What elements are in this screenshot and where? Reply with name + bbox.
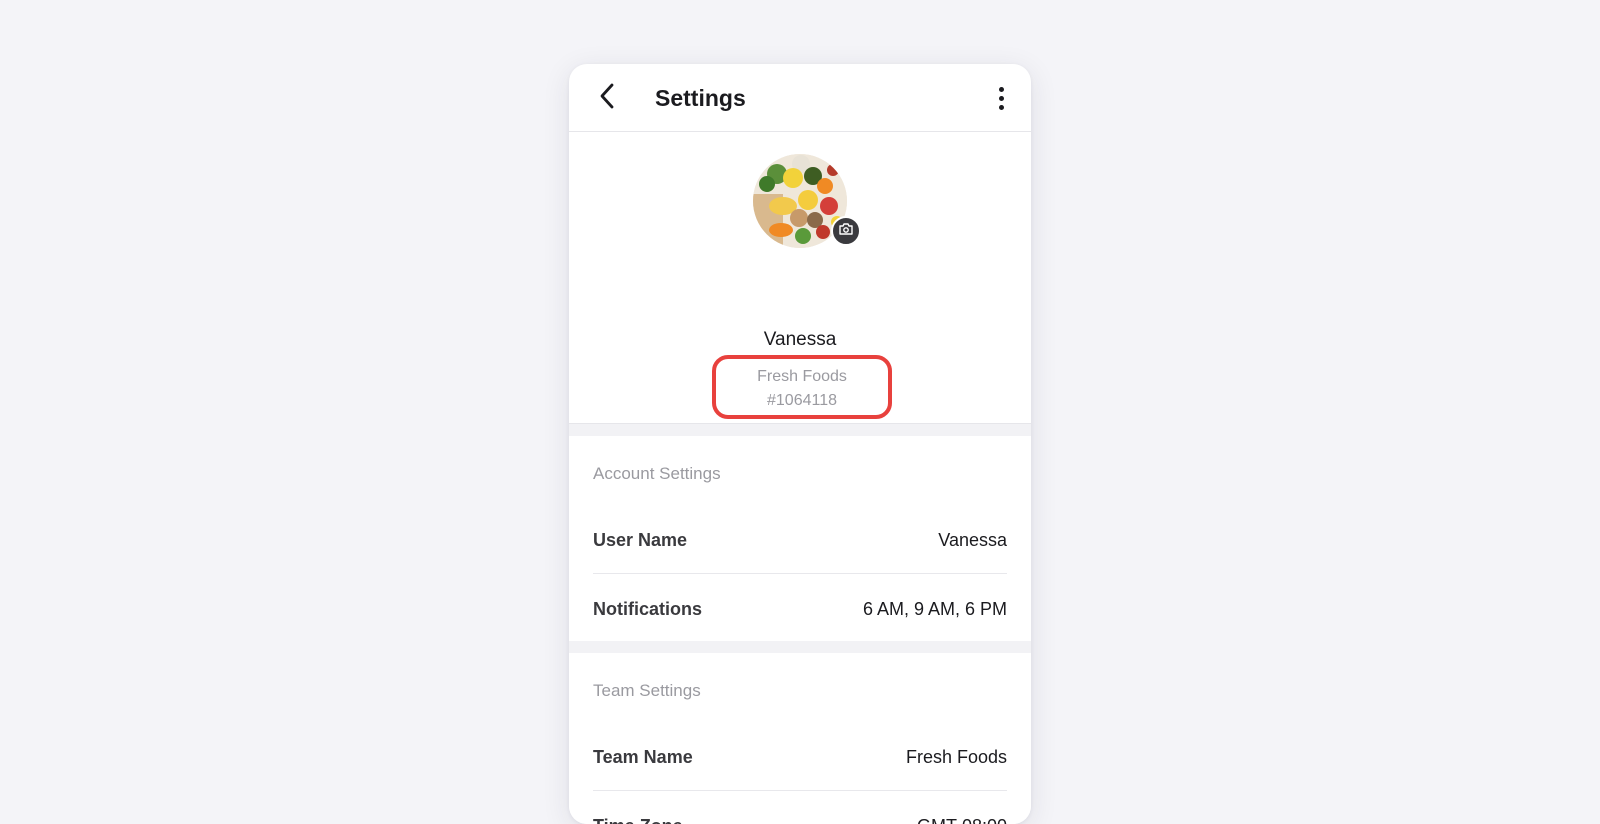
team-info-highlight: Fresh Foods #1064118 (712, 355, 892, 419)
change-photo-button[interactable] (831, 216, 861, 246)
account-settings-title: Account Settings (593, 464, 721, 483)
time-zone-value: GMT-08:00 (917, 815, 1007, 824)
team-name-label: Fresh Foods (757, 368, 847, 385)
notifications-label: Notifications (593, 599, 703, 619)
user-name-label: User Name (593, 530, 688, 550)
back-button[interactable] (591, 82, 623, 114)
account-settings-section: Account Settings User Name Vanessa Notif… (569, 436, 1031, 641)
camera-icon (839, 222, 853, 240)
user-name-row[interactable]: User Name Vanessa (593, 506, 1007, 574)
notifications-value: 6 AM, 9 AM, 6 PM (862, 599, 1007, 619)
time-zone-row[interactable]: Time Zone GMT-08:00 (593, 792, 1007, 824)
user-name-value: Vanessa (938, 530, 1007, 550)
team-name-row-label: Team Name (593, 747, 693, 767)
time-zone-label: Time Zone (593, 815, 683, 824)
more-vertical-icon (998, 86, 1004, 92)
avatar-container (753, 154, 861, 248)
profile-name: Vanessa (763, 329, 837, 350)
team-name-row[interactable]: Team Name Fresh Foods (593, 723, 1007, 791)
team-name-row-value: Fresh Foods (905, 747, 1007, 767)
notifications-row[interactable]: Notifications 6 AM, 9 AM, 6 PM (593, 575, 1007, 643)
section-divider (569, 424, 1031, 436)
page-title: Settings (655, 85, 746, 111)
section-divider (569, 641, 1031, 653)
profile-section: Vanessa Fresh Foods #1064118 (569, 132, 1031, 424)
team-settings-title: Team Settings (593, 681, 701, 700)
chevron-left-icon (598, 82, 616, 115)
app-bar: Settings (569, 64, 1031, 132)
settings-screen: Settings Vanessa Fresh Foods #1064118 Ac… (569, 64, 1031, 824)
more-options-button[interactable] (987, 82, 1015, 114)
team-settings-section: Team Settings Team Name Fresh Foods Time… (569, 653, 1031, 824)
team-id-label: #1064118 (767, 392, 837, 409)
